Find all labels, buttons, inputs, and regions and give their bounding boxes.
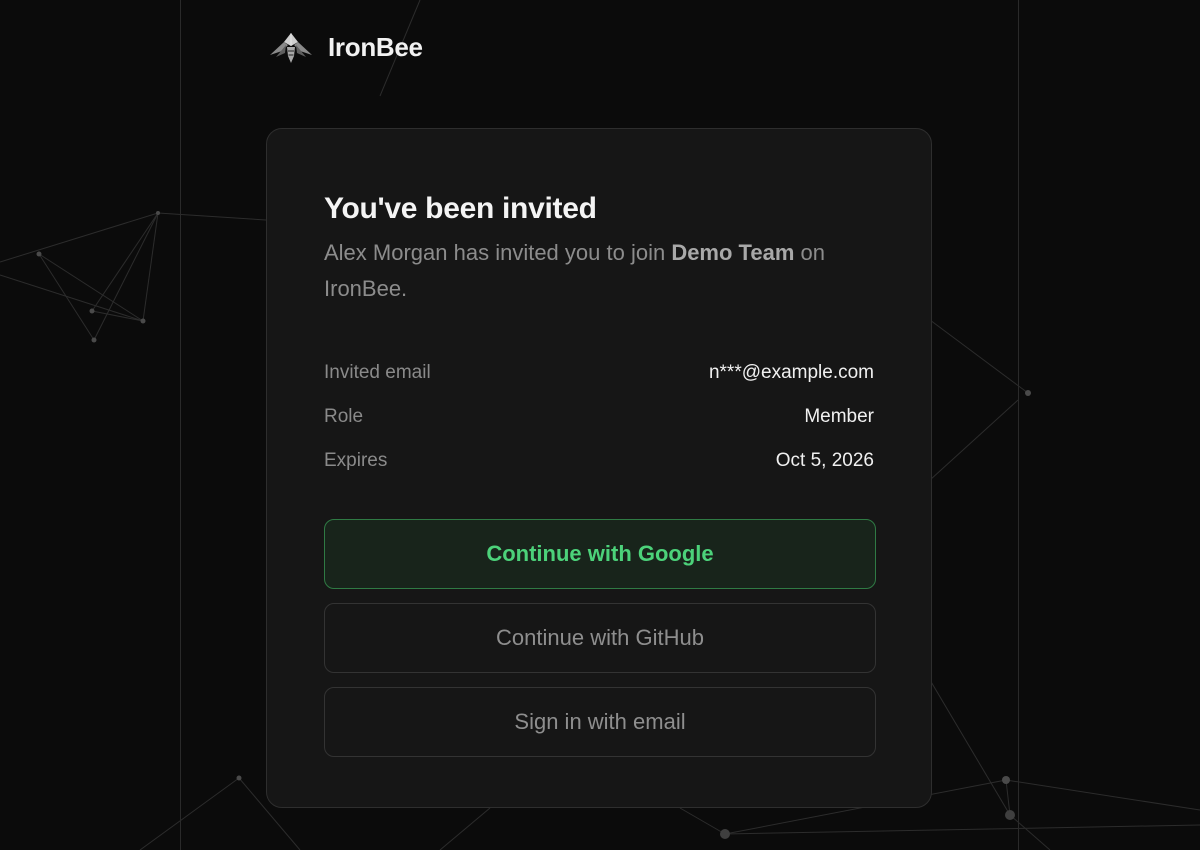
invite-card: You've been invited Alex Morgan has invi…: [266, 128, 932, 808]
detail-row-expires: Expires Oct 5, 2026: [324, 439, 874, 483]
detail-label: Invited email: [324, 362, 431, 383]
detail-row-email: Invited email n***@example.com: [324, 351, 874, 395]
detail-label: Expires: [324, 450, 388, 471]
detail-value: n***@example.com: [708, 362, 874, 383]
right-frame-line: [1018, 0, 1019, 850]
continue-with-google-button[interactable]: Continue with Google: [324, 519, 876, 589]
invite-page: IronBee You've been invited Alex Morgan …: [0, 0, 1200, 850]
auth-actions: Continue with Google Continue with GitHu…: [324, 519, 876, 757]
invite-details: Invited email n***@example.com Role Memb…: [324, 351, 874, 483]
detail-row-role: Role Member: [324, 395, 874, 439]
brand-name: IronBee: [328, 31, 423, 62]
sign-in-with-email-button[interactable]: Sign in with email: [324, 687, 876, 757]
team-name: Demo Team: [671, 240, 795, 265]
continue-with-github-button[interactable]: Continue with GitHub: [324, 603, 876, 673]
detail-label: Role: [324, 406, 364, 427]
detail-value: Member: [804, 406, 874, 427]
left-frame-line: [180, 0, 181, 850]
detail-value: Oct 5, 2026: [775, 450, 874, 471]
bee-logo-icon: [270, 33, 312, 63]
invite-title: You've been invited: [324, 192, 597, 225]
brand-header: IronBee: [268, 28, 423, 66]
invite-subtitle-prefix: Alex Morgan has invited you to join: [324, 240, 672, 265]
invite-subtitle: Alex Morgan has invited you to join Demo…: [324, 235, 874, 307]
